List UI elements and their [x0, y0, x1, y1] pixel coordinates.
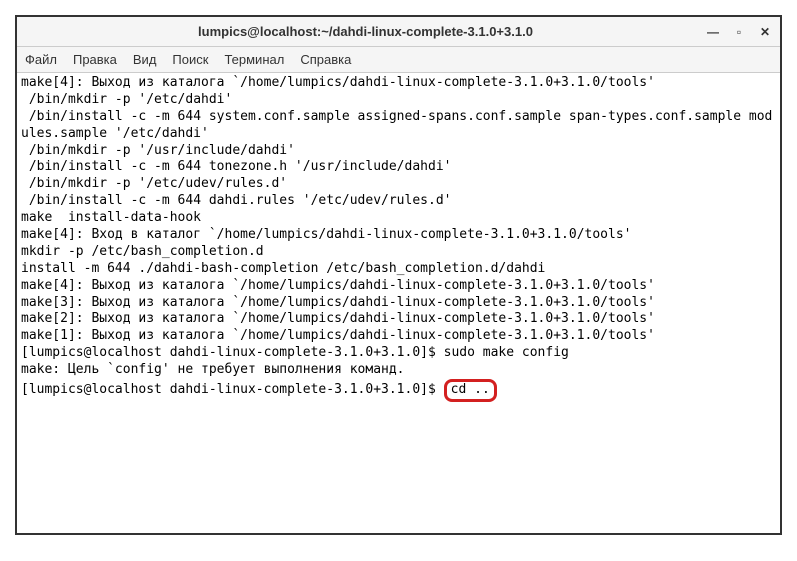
terminal-content[interactable]: make[4]: Выход из каталога `/home/lumpic…: [17, 73, 780, 533]
titlebar: lumpics@localhost:~/dahdi-linux-complete…: [17, 17, 780, 47]
menu-file[interactable]: Файл: [25, 52, 57, 67]
window-title: lumpics@localhost:~/dahdi-linux-complete…: [25, 24, 706, 39]
minimize-icon[interactable]: —: [706, 25, 720, 39]
output-line: /bin/install -c -m 644 dahdi.rules '/etc…: [21, 193, 776, 210]
output-line: /bin/mkdir -p '/usr/include/dahdi': [21, 143, 776, 160]
output-line: make: Цель `config' не требует выполнени…: [21, 362, 776, 379]
output-line: install -m 644 ./dahdi-bash-completion /…: [21, 261, 776, 278]
menu-help[interactable]: Справка: [300, 52, 351, 67]
menubar: Файл Правка Вид Поиск Терминал Справка: [17, 47, 780, 73]
output-line: [lumpics@localhost dahdi-linux-complete-…: [21, 345, 776, 362]
output-line: make[4]: Выход из каталога `/home/lumpic…: [21, 75, 776, 92]
close-icon[interactable]: ✕: [758, 25, 772, 39]
menu-terminal[interactable]: Терминал: [224, 52, 284, 67]
output-line: make[1]: Выход из каталога `/home/lumpic…: [21, 328, 776, 345]
output-line: make[3]: Выход из каталога `/home/lumpic…: [21, 295, 776, 312]
highlighted-command-box: cd ..: [444, 379, 497, 402]
menu-view[interactable]: Вид: [133, 52, 157, 67]
output-line: make[4]: Выход из каталога `/home/lumpic…: [21, 278, 776, 295]
prompt: [lumpics@localhost dahdi-linux-complete-…: [21, 382, 444, 397]
window-controls: — ▫ ✕: [706, 25, 772, 39]
menu-edit[interactable]: Правка: [73, 52, 117, 67]
output-line: /bin/install -c -m 644 system.conf.sampl…: [21, 109, 776, 143]
output-line: make[2]: Выход из каталога `/home/lumpic…: [21, 311, 776, 328]
output-line: /bin/install -c -m 644 tonezone.h '/usr/…: [21, 159, 776, 176]
output-line: /bin/mkdir -p '/etc/dahdi': [21, 92, 776, 109]
output-line: mkdir -p /etc/bash_completion.d: [21, 244, 776, 261]
command-input[interactable]: cd ..: [451, 382, 490, 397]
maximize-icon[interactable]: ▫: [732, 25, 746, 39]
terminal-window: lumpics@localhost:~/dahdi-linux-complete…: [15, 15, 782, 535]
menu-search[interactable]: Поиск: [172, 52, 208, 67]
output-line: /bin/mkdir -p '/etc/udev/rules.d': [21, 176, 776, 193]
output-line: make[4]: Вход в каталог `/home/lumpics/d…: [21, 227, 776, 244]
output-line: make install-data-hook: [21, 210, 776, 227]
